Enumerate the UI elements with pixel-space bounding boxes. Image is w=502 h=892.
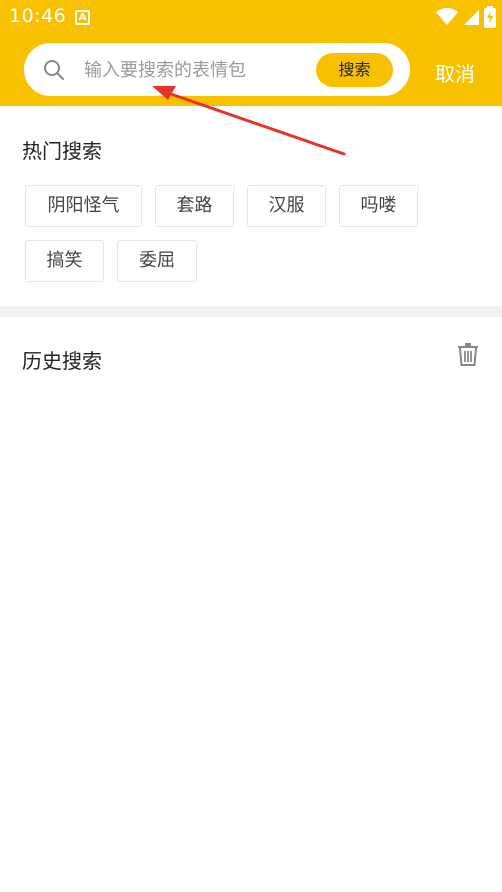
notification-app-icon: A bbox=[75, 10, 90, 25]
search-icon bbox=[44, 60, 64, 80]
battery-charging-icon bbox=[484, 6, 496, 28]
status-icons bbox=[436, 6, 496, 28]
hot-tag[interactable]: 套路 bbox=[155, 185, 234, 227]
header-bar: 10:46 A 搜索 取消 bbox=[0, 0, 502, 106]
search-button[interactable]: 搜索 bbox=[316, 53, 393, 87]
hot-tag[interactable]: 吗喽 bbox=[339, 185, 418, 227]
history-search-title: 历史搜索 bbox=[22, 349, 102, 373]
section-divider bbox=[0, 306, 502, 317]
hot-tag[interactable]: 委屈 bbox=[117, 240, 197, 282]
cancel-button[interactable]: 取消 bbox=[435, 58, 475, 87]
status-time: 10:46 bbox=[9, 5, 67, 27]
wifi-icon bbox=[436, 8, 458, 25]
annotation-arrow-icon bbox=[152, 86, 346, 156]
hot-search-title: 热门搜索 bbox=[22, 139, 102, 163]
hot-tag[interactable]: 阴阳怪气 bbox=[25, 185, 142, 227]
hot-tag[interactable]: 汉服 bbox=[247, 185, 326, 227]
status-bar: 10:46 A bbox=[0, 0, 502, 34]
trash-icon[interactable] bbox=[456, 342, 480, 366]
search-box[interactable]: 搜索 bbox=[24, 43, 410, 96]
hot-tag[interactable]: 搞笑 bbox=[25, 240, 104, 282]
search-input[interactable] bbox=[84, 57, 312, 83]
signal-icon bbox=[464, 10, 479, 25]
